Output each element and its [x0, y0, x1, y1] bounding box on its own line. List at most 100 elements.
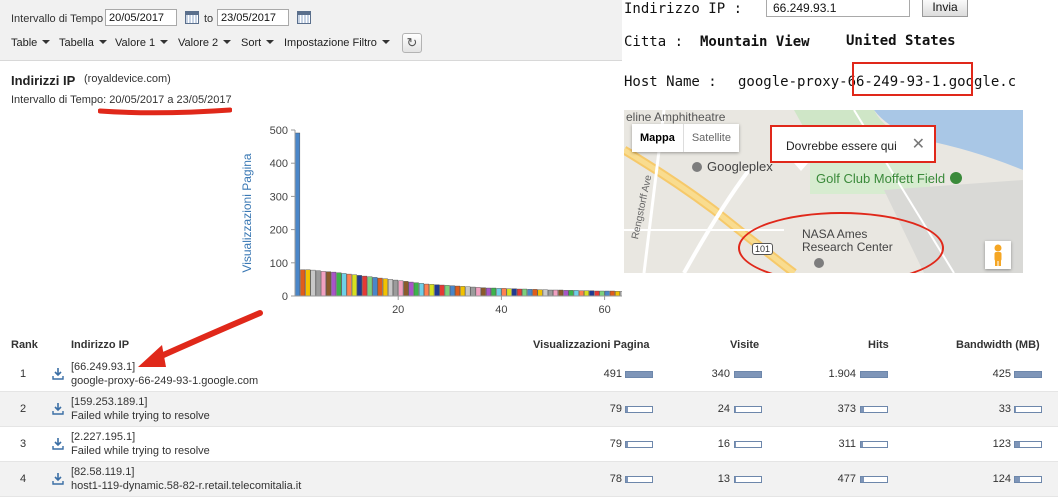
chart-bar: [346, 273, 352, 297]
row-ip[interactable]: [159.253.189.1]: [71, 396, 147, 408]
row-hits-bar: [860, 441, 888, 448]
chart-bar: [455, 285, 461, 297]
menu-table[interactable]: Table: [11, 37, 51, 49]
bar-fill: [1015, 407, 1017, 412]
map-type-toggle[interactable]: Mappa Satellite: [632, 124, 739, 152]
row-hits-bar: [860, 371, 888, 378]
row-visits-bar: [734, 371, 762, 378]
row-host: host1-119-dynamic.58-82-r.retail.telecom…: [71, 480, 302, 492]
download-icon[interactable]: [52, 437, 64, 450]
menu-tabella-label: Tabella: [59, 37, 94, 49]
chart-bar: [444, 285, 450, 297]
row-bandwidth: 33: [998, 403, 1011, 415]
chart-bar: [578, 290, 584, 297]
chart-bar: [594, 290, 600, 297]
row-ip[interactable]: [66.249.93.1]: [71, 361, 135, 373]
menu-sort-label: Sort: [241, 37, 262, 49]
chart-bar: [584, 290, 590, 297]
ip-lookup-panel: Indirizzo IP : Invia Citta : Mountain Vi…: [622, 0, 1058, 330]
date-to-input[interactable]: [217, 9, 289, 26]
chart-bar: [568, 290, 574, 297]
y-tick-label: 500: [270, 125, 288, 137]
download-icon[interactable]: [52, 402, 64, 415]
bar-fill: [861, 372, 887, 377]
menu-valore-2-label: Valore 2: [178, 37, 219, 49]
map-type-button[interactable]: Mappa: [632, 124, 683, 152]
row-ip[interactable]: [82.58.119.1]: [71, 466, 134, 478]
ip-input[interactable]: [766, 0, 910, 17]
download-icon[interactable]: [52, 367, 64, 380]
chart-bar: [516, 288, 522, 297]
table-row: 2 [159.253.189.1] Failed while trying to r…: [0, 392, 1058, 427]
chart-bar: [501, 288, 507, 297]
menu-valore-1[interactable]: Valore 1: [115, 37, 169, 49]
row-bandwidth-bar: [1014, 476, 1042, 483]
menu-valore-2[interactable]: Valore 2: [178, 37, 232, 49]
close-icon[interactable]: ✕: [912, 134, 925, 154]
chevron-down-icon: [266, 40, 275, 44]
chart-bar: [542, 289, 548, 297]
chart-bar: [615, 291, 620, 297]
header-bandwidth[interactable]: Bandwidth (MB): [956, 339, 1040, 351]
header-visits[interactable]: Visite: [730, 339, 759, 351]
chevron-down-icon: [42, 40, 51, 44]
y-tick-label: 100: [270, 258, 288, 270]
chart-bar: [573, 290, 579, 297]
chart-bar: [351, 274, 357, 297]
calendar-icon[interactable]: [185, 11, 199, 24]
header-views[interactable]: Visualizzazioni Pagina: [533, 339, 650, 351]
chart-bar: [496, 288, 502, 297]
chart-bar: [537, 289, 543, 297]
row-ip[interactable]: [2.227.195.1]: [71, 431, 135, 443]
bar-fill: [735, 477, 736, 482]
row-rank: 3: [20, 438, 27, 450]
place-marker-icon: [692, 162, 702, 172]
chart-bar: [372, 277, 378, 297]
menu-impostazione-filtro[interactable]: Impostazione Filtro: [284, 37, 390, 49]
menu-sort[interactable]: Sort: [241, 37, 275, 49]
host-label: Host Name :: [624, 74, 717, 90]
map-label-amphitheatre: eline Amphitheatre: [626, 110, 726, 124]
pegman-icon[interactable]: [985, 241, 1011, 269]
chart-bar: [393, 279, 399, 297]
chart-bar: [480, 287, 486, 297]
location-map[interactable]: Mappa Satellite eline Amphitheatre Googl…: [624, 110, 1023, 273]
chart-bar: [604, 290, 610, 297]
row-visits-bar: [734, 406, 762, 413]
row-host: Failed while trying to resolve: [71, 410, 210, 422]
row-hits-bar: [860, 476, 888, 483]
row-bandwidth: 123: [992, 438, 1011, 450]
x-tick-label: 60: [598, 304, 610, 316]
calendar-icon[interactable]: [297, 11, 311, 24]
chart-bar: [403, 281, 409, 297]
map-label-golf: Golf Club Moffett Field: [816, 171, 946, 186]
row-hits-bar: [860, 406, 888, 413]
menu-table-label: Table: [11, 37, 38, 49]
row-visits: 24: [717, 403, 730, 415]
chart-bar: [439, 284, 445, 297]
header-ip[interactable]: Indirizzo IP: [71, 339, 129, 351]
row-rank: 1: [20, 368, 27, 380]
city-value: Mountain View: [700, 34, 810, 50]
header-hits[interactable]: Hits: [868, 339, 889, 351]
table-row: 4 [82.58.119.1] host1-119-dynamic.58-82-r.…: [0, 462, 1058, 497]
send-button[interactable]: Invia: [922, 0, 968, 17]
range-value: 20/05/2017 a 23/05/2017: [109, 94, 232, 106]
menu-tabella[interactable]: Tabella: [59, 37, 107, 49]
chart-bar: [449, 285, 455, 297]
date-from-input[interactable]: [105, 9, 177, 26]
chart-bar: [398, 280, 404, 297]
satellite-type-button[interactable]: Satellite: [682, 124, 739, 152]
chart-bar: [506, 288, 512, 297]
chart-bar: [563, 290, 569, 297]
header-rank[interactable]: Rank: [11, 339, 38, 351]
y-tick-label: 300: [270, 191, 288, 203]
chart-bar: [558, 289, 564, 297]
filter-toolbar: Intervallo di Tempo to Table Tabella Val…: [0, 0, 622, 61]
bar-fill: [1015, 442, 1020, 447]
download-icon[interactable]: [52, 472, 64, 485]
chart-bar: [609, 290, 615, 297]
row-visits: 13: [717, 473, 730, 485]
row-bandwidth-bar: [1014, 406, 1042, 413]
refresh-button[interactable]: ↻: [402, 33, 422, 53]
